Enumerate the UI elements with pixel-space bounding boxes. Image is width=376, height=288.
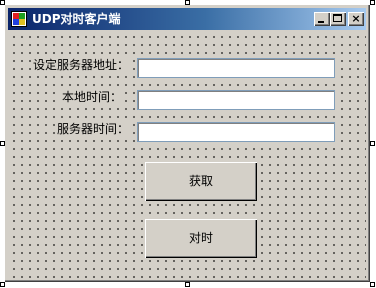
close-icon: × xyxy=(351,12,361,25)
server-time-label: 服务器时间： xyxy=(55,121,130,137)
app-icon xyxy=(11,11,27,27)
window-title: UDP对时客户端 xyxy=(32,12,121,26)
maximize-icon xyxy=(333,14,342,22)
resize-handle-left[interactable] xyxy=(0,141,5,146)
server-time-field[interactable] xyxy=(137,122,335,142)
minimize-button[interactable] xyxy=(314,12,330,26)
close-button[interactable]: × xyxy=(348,12,364,26)
local-time-label: 本地时间： xyxy=(60,89,123,105)
sync-time-button[interactable]: 对时 xyxy=(145,219,257,258)
resize-handle-right[interactable] xyxy=(370,141,375,146)
form-client-area: 设定服务器地址： 本地时间： 服务器时间： 获取 对时 xyxy=(8,31,366,278)
get-button[interactable]: 获取 xyxy=(145,162,257,201)
maximize-button[interactable] xyxy=(330,12,346,26)
resize-handle-bottom[interactable] xyxy=(185,282,190,287)
minimize-icon xyxy=(318,21,324,23)
local-time-field[interactable] xyxy=(137,90,335,110)
designer-surface: UDP对时客户端 × 设定服务器地址： 本地时间： 服务器时间： 获取 对时 xyxy=(0,0,376,288)
form-window: UDP对时客户端 × 设定服务器地址： 本地时间： 服务器时间： 获取 对时 xyxy=(4,4,370,282)
resize-handle-bottom-left[interactable] xyxy=(0,282,5,287)
server-address-input[interactable] xyxy=(137,58,335,78)
resize-handle-bottom-right[interactable] xyxy=(370,282,375,287)
resize-handle-top-left[interactable] xyxy=(0,0,5,5)
title-bar[interactable]: UDP对时客户端 × xyxy=(8,8,366,30)
server-address-label: 设定服务器地址： xyxy=(31,57,130,73)
resize-handle-top-right[interactable] xyxy=(370,0,375,5)
resize-handle-top[interactable] xyxy=(185,0,190,5)
